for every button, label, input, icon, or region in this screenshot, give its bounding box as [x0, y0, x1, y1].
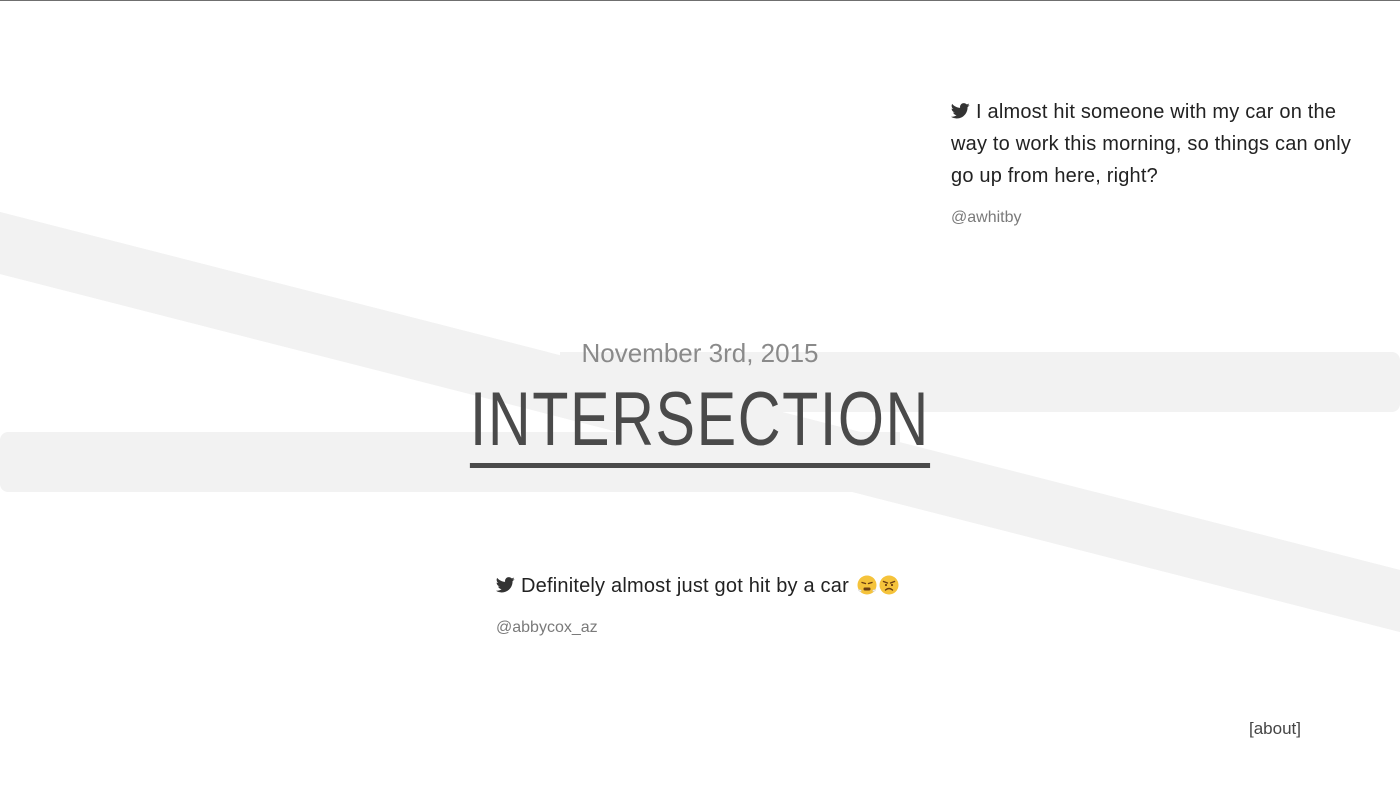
- page-title: INTERSECTION: [469, 380, 931, 468]
- twitter-bird-icon: [951, 103, 970, 119]
- tweet-handle[interactable]: @awhitby: [951, 208, 1371, 228]
- title-wrapper: INTERSECTION: [0, 380, 1400, 468]
- tweet-handle[interactable]: @abbycox_az: [496, 618, 996, 638]
- tweet-text: Definitely almost just got hit by a car: [521, 575, 849, 597]
- twitter-bird-icon: [496, 577, 515, 593]
- about-link[interactable]: [about]: [1249, 718, 1301, 740]
- tweet-text-block: I almost hit someone with my car on the …: [951, 96, 1371, 192]
- tweet-text: I almost hit someone with my car on the …: [951, 101, 1352, 187]
- tweet-text-block: Definitely almost just got hit by a car: [496, 570, 996, 602]
- tweet-card-bottom: Definitely almost just got hit by a car …: [496, 570, 996, 638]
- face-with-steam-from-nose-emoji: [857, 575, 877, 595]
- post-date: November 3rd, 2015: [581, 338, 819, 368]
- angry-face-emoji: [879, 575, 899, 595]
- tweet-card-top: I almost hit someone with my car on the …: [951, 96, 1371, 228]
